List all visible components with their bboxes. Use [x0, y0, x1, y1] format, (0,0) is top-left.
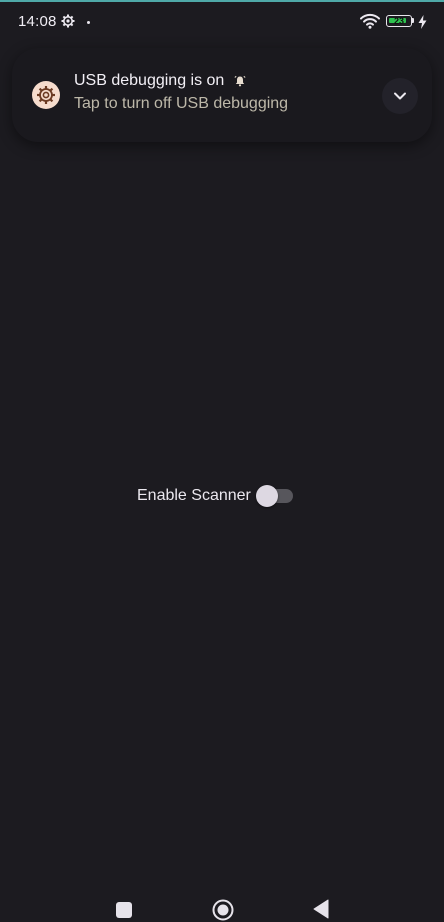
charging-bolt-icon: [418, 15, 427, 29]
navigation-bar: [0, 890, 444, 922]
battery-level: 23: [393, 16, 404, 26]
recents-button[interactable]: [116, 902, 132, 918]
notification-text: Tap to turn off USB debugging: [74, 95, 289, 112]
status-time: 14:08: [18, 13, 57, 30]
settings-gear-icon: [61, 14, 75, 28]
chevron-down-icon: [394, 92, 406, 100]
home-button[interactable]: [212, 899, 234, 921]
notification-dot: [87, 21, 90, 24]
notification-title-row: USB debugging is on: [74, 72, 246, 90]
status-bar: 14:08 23: [0, 2, 444, 40]
enable-scanner-row[interactable]: Enable Scanner: [137, 484, 293, 508]
enable-scanner-switch[interactable]: [255, 484, 293, 508]
back-button[interactable]: [313, 899, 329, 919]
battery-icon: 23: [386, 15, 416, 29]
notification-title: USB debugging is on: [74, 72, 225, 89]
enable-scanner-label: Enable Scanner: [137, 487, 251, 504]
switch-thumb: [255, 485, 278, 507]
notification-expand-button[interactable]: [382, 78, 418, 114]
debug-settings-icon: [32, 81, 60, 109]
wifi-icon: [360, 13, 380, 29]
alarm-bell-icon: [234, 75, 246, 87]
usb-debugging-notification[interactable]: USB debugging is on Tap to turn off USB …: [12, 48, 432, 142]
